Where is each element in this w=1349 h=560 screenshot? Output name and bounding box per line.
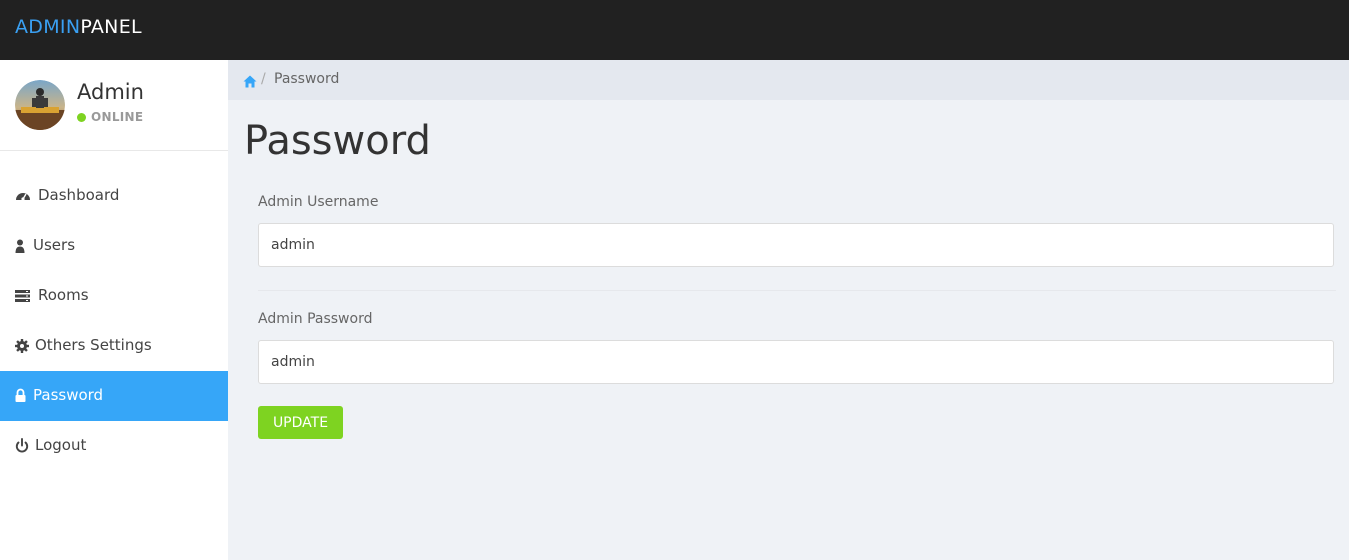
sidebar-item-rooms[interactable]: Rooms (0, 271, 228, 321)
server-icon (15, 288, 31, 304)
sidebar-item-label: Others Settings (35, 336, 152, 354)
username-label: Admin Username (258, 194, 379, 210)
sidebar-item-label: Password (33, 386, 104, 404)
sidebar-item-dashboard[interactable]: Dashboard (0, 171, 228, 221)
top-bar: ADMINPANEL (0, 0, 1349, 60)
main-content: / Password Password Admin Username Admin… (228, 60, 1349, 560)
password-field[interactable] (258, 340, 1334, 384)
password-label: Admin Password (258, 311, 373, 327)
avatar (15, 80, 65, 130)
user-profile: Admin ONLINE (0, 60, 228, 151)
sidebar-item-label: Dashboard (38, 186, 120, 204)
sidebar-item-label: Users (33, 236, 76, 254)
dashboard-icon (15, 188, 31, 204)
profile-name: Admin (77, 80, 144, 104)
gear-icon (15, 338, 31, 354)
username-field[interactable] (258, 223, 1334, 267)
user-icon (15, 238, 31, 254)
sidebar-item-logout[interactable]: Logout (0, 421, 228, 471)
online-dot-icon (77, 113, 86, 122)
brand-logo[interactable]: ADMINPANEL (15, 16, 142, 38)
sidebar-nav: Dashboard Users Rooms Others Settings Pa… (0, 171, 228, 471)
page-title: Password (244, 118, 431, 164)
sidebar-item-label: Logout (35, 436, 87, 454)
breadcrumb-separator: / (261, 71, 266, 87)
lock-icon (15, 388, 31, 404)
status-badge: ONLINE (77, 110, 143, 124)
brand-part-admin: ADMIN (15, 16, 81, 38)
sidebar: Admin ONLINE Dashboard Users Rooms Other… (0, 60, 228, 560)
status-text: ONLINE (91, 110, 144, 124)
update-button[interactable]: UPDATE (258, 406, 343, 439)
breadcrumb-current: Password (274, 71, 340, 87)
divider (258, 290, 1336, 291)
sidebar-item-others-settings[interactable]: Others Settings (0, 321, 228, 371)
power-icon (15, 438, 31, 454)
sidebar-item-label: Rooms (38, 286, 89, 304)
sidebar-item-password[interactable]: Password (0, 371, 228, 421)
sidebar-item-users[interactable]: Users (0, 221, 228, 271)
brand-part-panel: PANEL (80, 16, 142, 38)
breadcrumb: / Password (228, 60, 1349, 100)
home-icon[interactable] (243, 73, 257, 88)
